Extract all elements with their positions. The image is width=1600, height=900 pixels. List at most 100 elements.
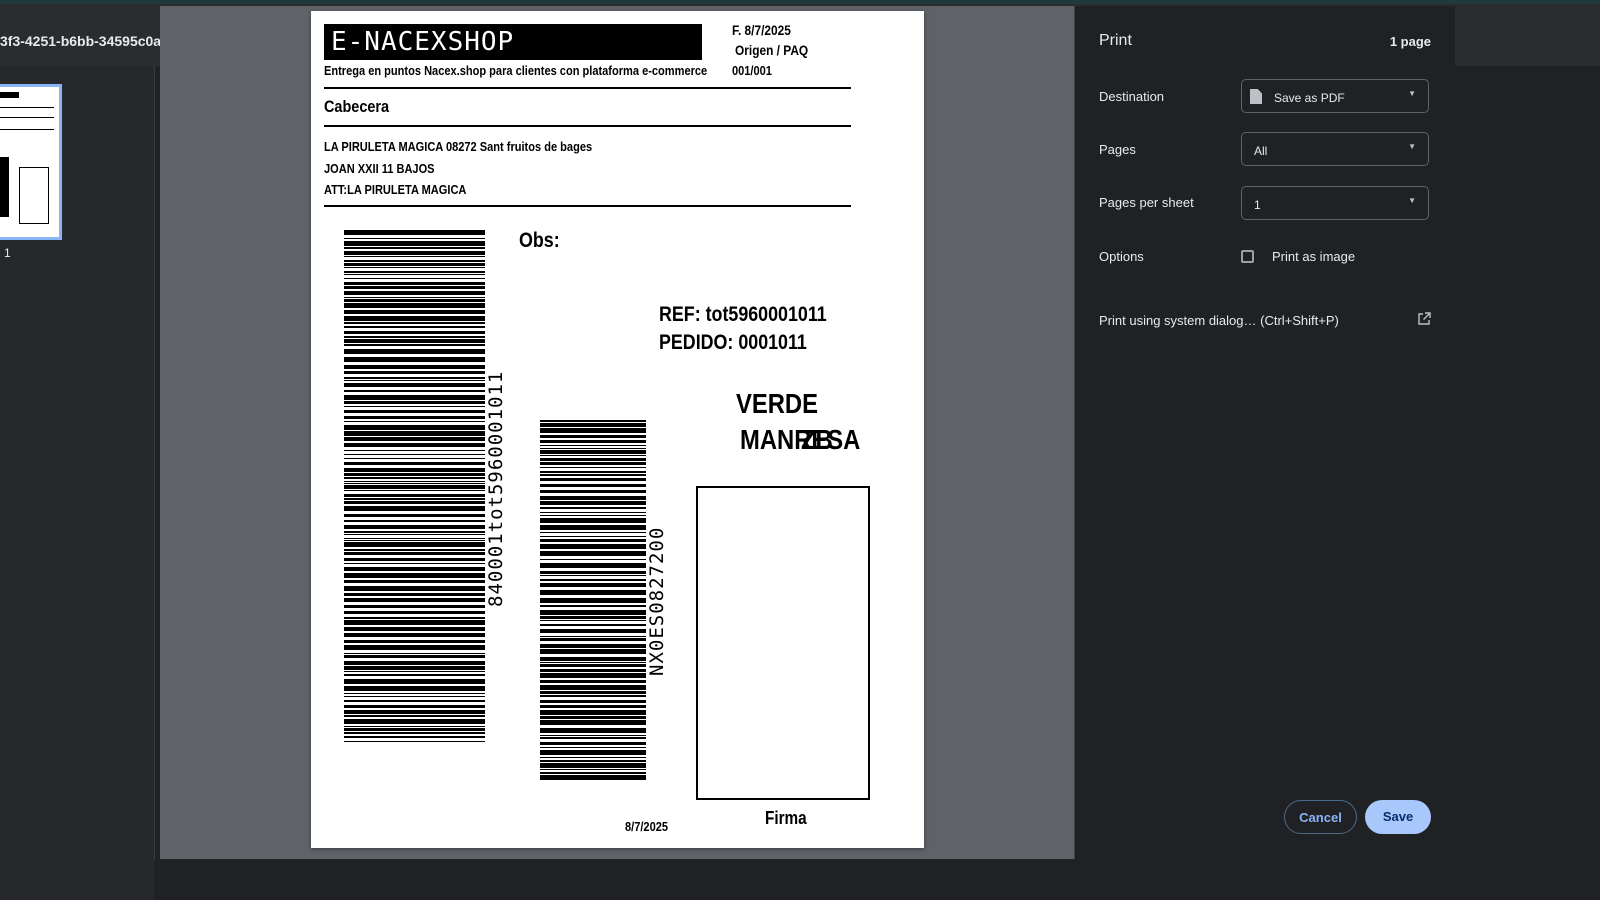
barcode-bar: [540, 644, 646, 648]
barcode-bar: [540, 737, 646, 739]
print-settings-panel: Print 1 page Destination Save as PDF ▼ P…: [1074, 6, 1455, 859]
barcode-bar: [344, 406, 485, 407]
barcode-bar: [344, 454, 485, 455]
barcode-bar: [344, 653, 485, 654]
barcode-bar: [344, 241, 485, 246]
barcode-bar: [344, 458, 485, 459]
signature-label: Firma: [765, 808, 807, 828]
barcode-bar: [344, 700, 485, 702]
viewer-bottom-area: [154, 860, 1600, 900]
color-code-1: VERDE: [736, 388, 818, 419]
barcode-bar: [540, 649, 646, 654]
barcode-bar: [344, 416, 485, 419]
barcode-bar: [344, 425, 485, 430]
barcode-bar: [540, 445, 646, 446]
external-link-icon[interactable]: [1417, 312, 1431, 326]
barcode-bar: [540, 598, 646, 603]
barcode-bar: [344, 443, 485, 447]
barcode-bar: [344, 291, 485, 295]
options-label: Options: [1099, 249, 1144, 264]
barcode-bar: [540, 484, 646, 487]
barcode-bar: [540, 471, 646, 473]
barcode-bar: [540, 620, 646, 621]
save-button[interactable]: Save: [1365, 800, 1431, 834]
barcode-bar: [344, 593, 485, 596]
barcode-bar: [540, 629, 646, 633]
barcode-bar: [540, 590, 646, 595]
system-dialog-link[interactable]: Print using system dialog… (Ctrl+Shift+P…: [1099, 313, 1339, 328]
print-as-image-label[interactable]: Print as image: [1272, 249, 1355, 264]
barcode-bar: [344, 365, 485, 369]
pages-per-sheet-label: Pages per sheet: [1099, 195, 1194, 210]
barcode-bar: [344, 336, 485, 338]
barcode-bar: [344, 655, 485, 658]
destination-label: Destination: [1099, 89, 1165, 104]
barcode-bar: [344, 297, 485, 298]
divider: [324, 125, 851, 127]
print-as-image-checkbox[interactable]: [1241, 250, 1254, 263]
barcode-bar: [540, 710, 646, 715]
barcode-bar: [344, 620, 485, 625]
barcode-bar: [344, 719, 485, 724]
barcode-bar: [344, 431, 485, 436]
barcode-bar: [344, 437, 485, 441]
barcode-bar: [344, 661, 485, 665]
barcode-bar: [344, 494, 485, 497]
brand-box: E-NACEXSHOP: [324, 24, 702, 60]
barcode-bar: [540, 423, 646, 427]
barcode-bar: [344, 260, 485, 262]
barcode-bar: [540, 518, 646, 523]
barcode-bar: [540, 669, 646, 672]
address-line-3: ATT:LA PIRULETA MAGICA: [324, 182, 467, 197]
barcode-bar: [344, 552, 485, 555]
cancel-button[interactable]: Cancel: [1284, 800, 1357, 834]
brand-title: E-NACEXSHOP: [331, 27, 515, 57]
destination-select[interactable]: Save as PDF ▼: [1241, 79, 1429, 113]
pages-per-sheet-select[interactable]: 1 ▼: [1241, 186, 1429, 220]
barcode-bar: [344, 710, 485, 714]
barcode-bar: [540, 772, 646, 774]
barcode-bar: [540, 695, 646, 697]
barcode-bar: [344, 627, 485, 631]
barcode-bar: [344, 256, 485, 257]
barcode-bar: [344, 666, 485, 670]
barcode-bar: [344, 339, 485, 343]
page-count: 1 page: [1389, 34, 1431, 49]
barcode-bar: [540, 616, 646, 619]
barcode-bar: [540, 583, 646, 587]
barcode-bar: [540, 462, 646, 465]
barcode-bar: [540, 512, 646, 513]
barcode-bar: [540, 455, 646, 456]
barcode-bar: [344, 247, 485, 249]
barcode-bar: [540, 624, 646, 626]
barcode-bar: [540, 478, 646, 481]
chevron-down-icon: ▼: [1408, 142, 1416, 151]
barcode-bar: [344, 506, 485, 511]
barcode-bar: [540, 579, 646, 581]
barcode-bar: [344, 331, 485, 334]
page-thumbnail[interactable]: [0, 84, 62, 240]
address-line-2: JOAN XXII 11 BAJOS: [324, 161, 435, 176]
barcode-bar: [540, 750, 646, 755]
barcode-bar: [344, 483, 485, 484]
barcode-bar: [540, 536, 646, 537]
barcode-bar: [344, 605, 485, 608]
barcode-bar: [344, 598, 485, 602]
barcode-bar: [344, 563, 485, 564]
barcode-bar: [540, 775, 646, 780]
barcode-reference-text: 840001tot5960001011: [485, 370, 507, 607]
barcode-bar: [540, 610, 646, 615]
barcode-bar: [344, 286, 485, 289]
barcode-bar: [344, 230, 485, 235]
barcode-bar: [540, 673, 646, 678]
barcode-bar: [344, 377, 485, 379]
barcode-bar: [344, 736, 485, 738]
barcode-bar: [344, 274, 485, 275]
pages-select[interactable]: All ▼: [1241, 132, 1429, 166]
barcode-bar: [540, 515, 646, 516]
barcode-bar: [344, 282, 485, 285]
barcode-bar: [344, 477, 485, 479]
barcode-bar: [540, 760, 646, 762]
barcode-bar: [344, 611, 485, 614]
barcode-bar: [540, 575, 646, 576]
